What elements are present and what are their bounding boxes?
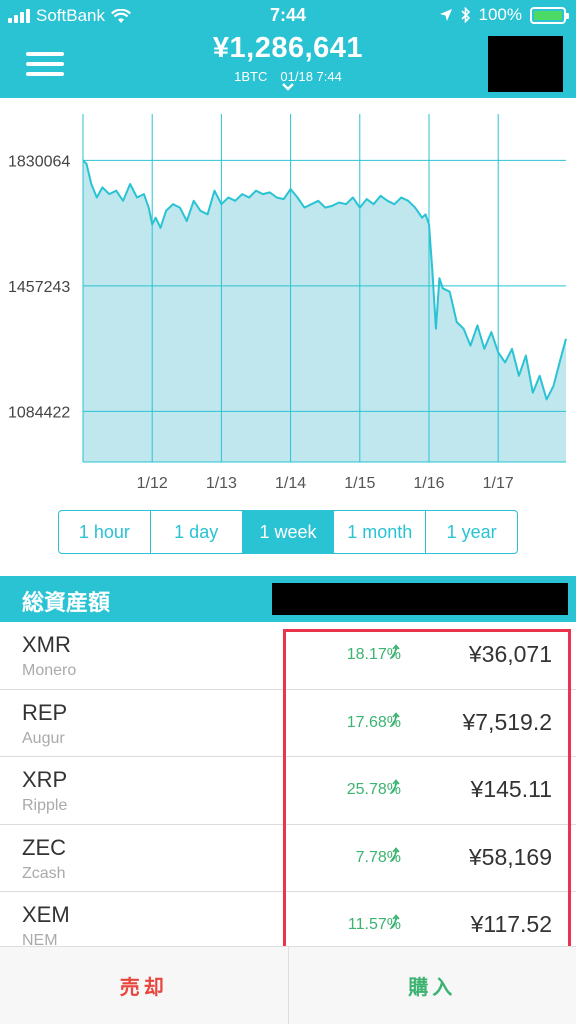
coin-symbol: XMR	[22, 632, 71, 657]
coin-name: Monero	[22, 662, 77, 679]
x-tick-label: 1/16	[413, 475, 444, 492]
coin-symbol: XRP	[22, 767, 68, 792]
coin-price: ¥117.52	[470, 911, 552, 937]
buy-button[interactable]: 購入	[289, 947, 576, 1024]
redacted-account	[488, 36, 563, 92]
x-tick-label: 1/13	[206, 475, 237, 492]
coin-price: ¥58,169	[468, 843, 552, 870]
total-assets-title: 総資産額	[22, 590, 111, 615]
trend-up-icon	[390, 846, 402, 863]
x-tick-label: 1/14	[275, 475, 306, 492]
coin-price: ¥145.11	[470, 776, 552, 802]
tab-1-month[interactable]: 1 month	[334, 511, 427, 553]
price-chart: 1830064 1457243 1084422 1/12 1/13 1/14 1/15 1/1…	[0, 98, 576, 498]
coin-row-rep[interactable]: REP Augur 17.68% ¥7,519.2	[0, 690, 576, 757]
tab-1-week[interactable]: 1 week	[242, 511, 335, 553]
x-tick-label: 1/12	[137, 475, 168, 492]
app-header: SoftBank 7:44 100% ¥1,286,641 1BTC 01/18…	[0, 0, 576, 98]
coin-symbol: XEM	[22, 902, 70, 927]
battery-label: 100%	[478, 5, 522, 24]
coin-row-xrp[interactable]: XRP Ripple 25.78% ¥145.11	[0, 757, 576, 825]
sell-button[interactable]: 売却	[0, 947, 289, 1024]
location-icon	[439, 9, 452, 21]
coin-price: ¥36,071	[468, 641, 552, 667]
bottom-action-bar: 売却 購入	[0, 946, 576, 1024]
coin-row-xem[interactable]: XEM NEM 11.57% ¥117.52	[0, 892, 576, 946]
coin-symbol: ZEC	[22, 834, 66, 860]
x-tick-label: 1/17	[483, 475, 514, 492]
trend-up-icon	[390, 711, 402, 728]
coin-symbol: REP	[22, 699, 68, 725]
coin-price: ¥7,519.2	[462, 708, 552, 735]
redacted-assets-value	[272, 583, 568, 615]
chevron-down-icon[interactable]	[281, 82, 295, 91]
range-tabs: 1 hour 1 day 1 week 1 month 1 year	[58, 510, 518, 554]
coin-name: Zcash	[22, 864, 66, 882]
x-tick-label: 1/15	[344, 475, 375, 492]
trend-up-icon	[390, 644, 402, 660]
total-assets-bar: 総資産額	[0, 576, 576, 622]
y-tick-label: 1457243	[8, 279, 70, 296]
tab-1-year[interactable]: 1 year	[426, 511, 517, 553]
battery-icon	[530, 6, 569, 24]
coin-row-zec[interactable]: ZEC Zcash 7.78% ¥58,169	[0, 825, 576, 892]
tab-1-day[interactable]: 1 day	[151, 511, 243, 553]
coin-row-xmr[interactable]: XMR Monero 18.17% ¥36,071	[0, 622, 576, 690]
status-right: 100%	[439, 5, 569, 25]
tab-1-hour[interactable]: 1 hour	[59, 511, 151, 553]
coin-name: Augur	[22, 729, 65, 747]
chart-svg: 1830064 1457243 1084422 1/12 1/13 1/14 1/15 1/1…	[8, 114, 567, 492]
coin-name: NEM	[22, 932, 58, 946]
status-bar: SoftBank 7:44 100%	[0, 0, 576, 32]
coin-name: Ripple	[22, 797, 68, 814]
y-tick-label: 1084422	[8, 404, 70, 421]
y-tick-label: 1830064	[8, 153, 70, 170]
trend-up-icon	[390, 779, 402, 795]
coin-list: XMR Monero 18.17% ¥36,071 REP Augur 17.6…	[0, 622, 576, 946]
trend-up-icon	[390, 914, 402, 930]
bluetooth-icon	[460, 7, 470, 23]
